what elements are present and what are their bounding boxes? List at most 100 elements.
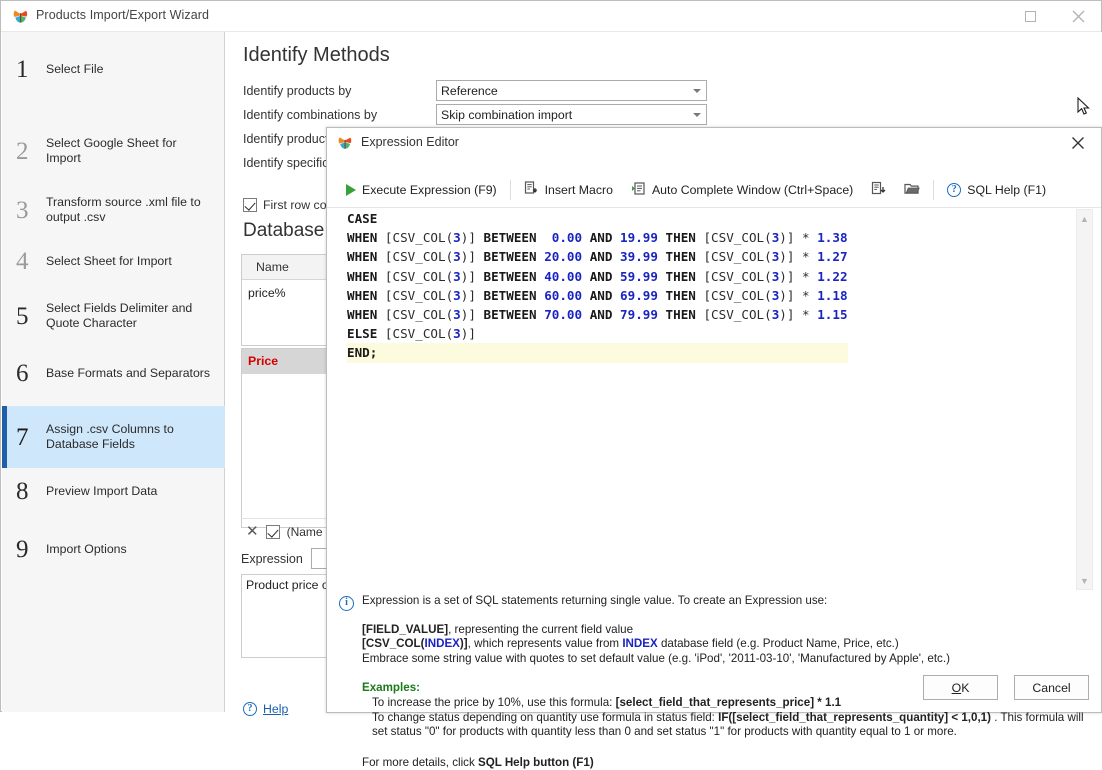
step-label: Preview Import Data — [46, 483, 158, 498]
code-line[interactable]: WHEN [CSV_COL(3)] BETWEEN 70.00 AND 79.9… — [347, 305, 848, 324]
folder-open-icon — [904, 181, 921, 199]
chevron-down-icon — [693, 113, 701, 117]
code-token: WHEN — [347, 287, 385, 303]
execute-expression-button[interactable]: Execute Expression (F9) — [337, 177, 506, 203]
identify-products-by-select[interactable]: Reference — [436, 80, 707, 101]
step-label: Select Fields Delimiter and Quote Charac… — [46, 301, 193, 330]
code-token: 0.00 — [544, 230, 583, 246]
code-editor-scrollbar[interactable]: ▲ ▼ — [1076, 209, 1093, 590]
sidebar-step-5[interactable]: 5 Select Fields Delimiter and Quote Chara… — [2, 288, 225, 344]
play-icon — [346, 183, 356, 196]
code-token: [CSV_COL( — [703, 230, 772, 246]
auto-complete-window-button[interactable]: Auto Complete Window (Ctrl+Space) — [622, 177, 862, 203]
code-token: [CSV_COL( — [384, 287, 454, 303]
open-expression-button[interactable] — [895, 177, 929, 203]
code-token: 3 — [453, 230, 461, 246]
page-title: Identify Methods — [243, 44, 390, 66]
code-token: )] — [779, 230, 803, 246]
code-token: * — [802, 287, 818, 303]
identify-combinations-by-select[interactable]: Skip combination import — [436, 104, 707, 125]
code-token: 60.00 — [544, 287, 583, 303]
help-link-label: Help — [263, 702, 289, 716]
maximize-icon — [1024, 10, 1036, 22]
question-circle-icon: ? — [947, 182, 962, 197]
save-export-icon — [871, 181, 886, 199]
delete-row-icon[interactable]: ✕ — [246, 524, 259, 539]
ok-accel-letter: O — [951, 680, 962, 695]
code-token: 3 — [453, 326, 461, 342]
code-line[interactable]: WHEN [CSV_COL(3)] BETWEEN 60.00 AND 69.9… — [347, 286, 848, 305]
sidebar-step-3[interactable]: 3 Transform source .xml file to output .c… — [2, 182, 225, 238]
code-token: )] — [460, 268, 484, 284]
wizard-steps-sidebar: 1 Select File 2 Select Google Sheet for Imp… — [2, 32, 225, 712]
code-token: )] — [460, 287, 484, 303]
scroll-down-arrow-icon[interactable]: ▼ — [1077, 572, 1092, 589]
dialog-title: Expression Editor — [361, 135, 459, 149]
scroll-up-arrow-icon[interactable]: ▲ — [1077, 210, 1092, 227]
sidebar-step-7[interactable]: 7 Assign .csv Columns to Database Fields — [2, 406, 225, 468]
code-token: WHEN — [347, 249, 385, 265]
question-circle-icon: ? — [243, 702, 257, 716]
code-token: * — [802, 249, 818, 265]
code-token: [CSV_COL( — [384, 326, 454, 342]
code-token: BETWEEN — [483, 249, 545, 265]
expression-code-editor[interactable]: CASE WHEN [CSV_COL(3)] BETWEEN 0.00 AND 1… — [337, 209, 1092, 590]
code-token: [CSV_COL( — [384, 230, 454, 246]
step-label: Import Options — [46, 541, 127, 556]
save-expression-button[interactable] — [862, 177, 895, 203]
sidebar-step-8[interactable]: 8 Preview Import Data — [2, 468, 225, 514]
code-token: [CSV_COL( — [703, 249, 772, 265]
row-checkbox-icon[interactable] — [265, 524, 280, 539]
cancel-button[interactable]: Cancel — [1014, 675, 1089, 700]
code-token: [CSV_COL( — [384, 306, 454, 322]
dialog-titlebar: Expression Editor — [327, 128, 1101, 158]
code-line[interactable]: ELSE [CSV_COL(3)] — [347, 324, 848, 343]
app-butterfly-icon — [337, 135, 353, 151]
expression-code-text[interactable]: CASE WHEN [CSV_COL(3)] BETWEEN 0.00 AND 1… — [347, 209, 848, 363]
info-headline: Expression is a set of SQL statements re… — [362, 594, 828, 607]
code-token: [CSV_COL( — [384, 249, 454, 265]
example-2: To change status depending on quantity u… — [372, 710, 1084, 739]
toolbar-divider — [509, 179, 511, 200]
execute-expression-label: Execute Expression (F9) — [362, 182, 497, 197]
expression-editor-toolbar: Execute Expression (F9) Insert Macro Aut… — [327, 172, 1101, 208]
insert-macro-button[interactable]: Insert Macro — [515, 177, 622, 203]
sidebar-step-9[interactable]: 9 Import Options — [2, 526, 225, 572]
code-token: END; — [347, 345, 378, 361]
sql-help-button[interactable]: ? SQL Help (F1) — [938, 177, 1055, 203]
help-link[interactable]: ? Help — [243, 702, 288, 716]
maximize-button[interactable] — [1007, 1, 1053, 31]
code-token: ELSE — [347, 326, 385, 342]
code-token: THEN — [657, 287, 704, 303]
first-row-contains-checkbox[interactable]: First row con — [243, 198, 333, 212]
code-line[interactable]: END; — [347, 343, 848, 363]
label-identify-combinations-by: Identify combinations by — [243, 108, 378, 122]
close-button[interactable] — [1055, 1, 1101, 31]
code-line[interactable]: WHEN [CSV_COL(3)] BETWEEN 0.00 AND 19.99… — [347, 228, 848, 247]
code-token: * — [802, 268, 818, 284]
step-label: Base Formats and Separators — [46, 365, 211, 380]
ok-button[interactable]: OK — [923, 675, 998, 700]
sql-help-label: SQL Help (F1) — [967, 182, 1047, 197]
code-line[interactable]: CASE — [347, 209, 848, 228]
sidebar-step-6[interactable]: 6 Base Formats and Separators — [2, 350, 225, 396]
insert-macro-icon — [524, 180, 539, 199]
label-identify-specific: Identify specific — [243, 156, 329, 170]
code-token: [CSV_COL( — [703, 306, 772, 322]
code-line[interactable]: WHEN [CSV_COL(3)] BETWEEN 20.00 AND 39.9… — [347, 247, 848, 266]
code-line[interactable]: WHEN [CSV_COL(3)] BETWEEN 40.00 AND 59.9… — [347, 267, 848, 286]
sidebar-step-1[interactable]: 1 Select File — [2, 46, 225, 92]
step-number: 9 — [16, 535, 29, 563]
window-titlebar: Products Import/Export Wizard — [1, 1, 1101, 32]
sidebar-step-2[interactable]: 2 Select Google Sheet for Import — [2, 128, 225, 174]
code-token: )] — [779, 268, 803, 284]
code-token: 79.99 — [620, 306, 658, 322]
dialog-close-button[interactable] — [1061, 130, 1095, 156]
info-line-quotes: Embrace some string value with quotes to… — [362, 651, 950, 665]
step-number: 6 — [16, 359, 29, 387]
sidebar-step-4[interactable]: 4 Select Sheet for Import — [2, 238, 225, 284]
code-token: [CSV_COL( — [703, 287, 772, 303]
code-token: 3 — [453, 249, 461, 265]
code-token: THEN — [657, 230, 704, 246]
code-token: 39.99 — [620, 249, 658, 265]
